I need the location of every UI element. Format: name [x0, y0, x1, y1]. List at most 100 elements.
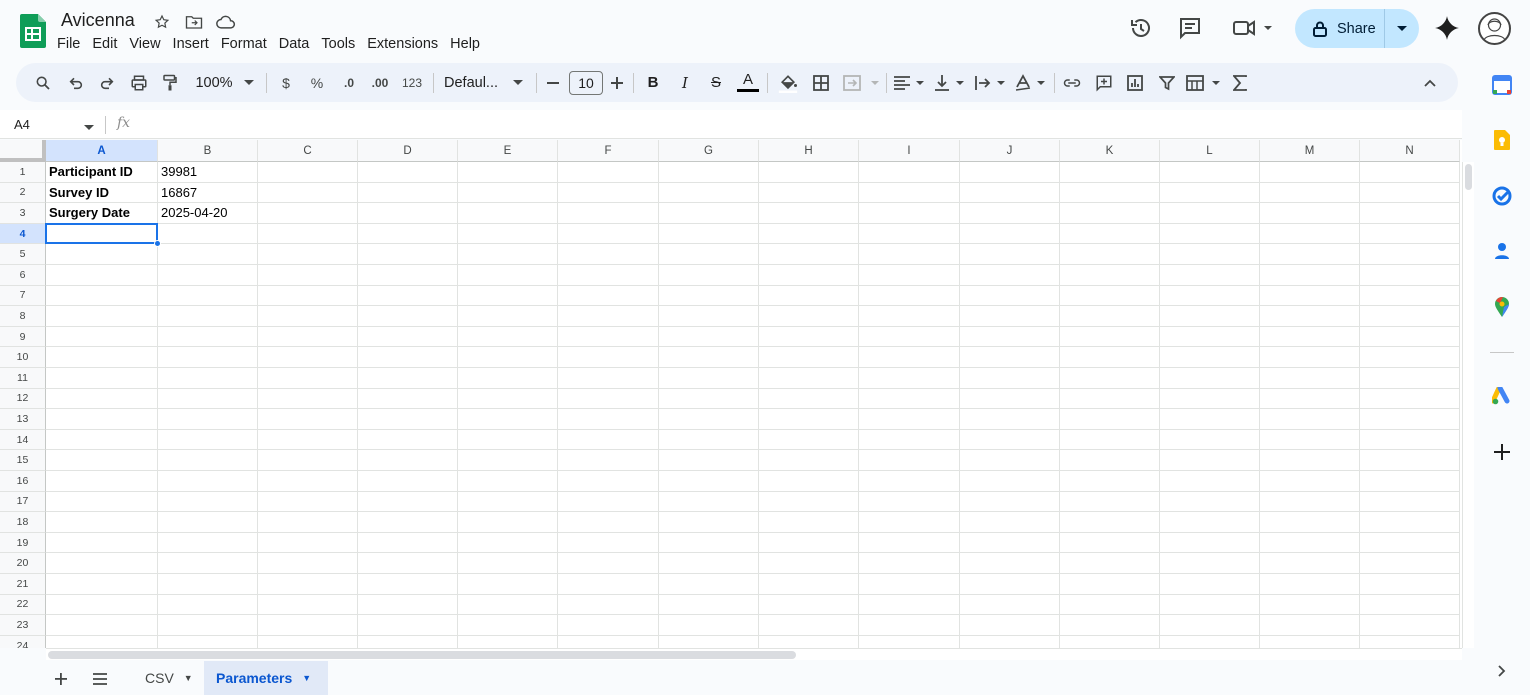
cell-n10[interactable]: [1360, 347, 1460, 368]
cell-h22[interactable]: [759, 594, 859, 616]
cell-e9[interactable]: [458, 326, 558, 348]
star-icon[interactable]: [150, 11, 174, 33]
cell-e11[interactable]: [458, 368, 558, 389]
cell-c3[interactable]: [258, 203, 358, 224]
row-header-21[interactable]: 21: [0, 574, 46, 595]
cell-f5[interactable]: [558, 244, 659, 265]
text-color-button[interactable]: A: [735, 63, 761, 102]
cell-a7[interactable]: [46, 285, 158, 307]
cell-d18[interactable]: [358, 512, 458, 533]
cell-l11[interactable]: [1160, 368, 1260, 389]
cell-c17[interactable]: [258, 491, 358, 513]
cell-a3[interactable]: Surgery Date: [46, 203, 158, 224]
cell-b16[interactable]: [158, 471, 258, 492]
cell-l4[interactable]: [1160, 223, 1260, 245]
cell-a19[interactable]: [46, 532, 158, 554]
cell-k24[interactable]: [1060, 635, 1160, 648]
cell-f4[interactable]: [558, 223, 659, 245]
cell-l9[interactable]: [1160, 326, 1260, 348]
cell-c24[interactable]: [258, 635, 358, 648]
ads-icon[interactable]: [1490, 384, 1514, 408]
cell-n20[interactable]: [1360, 553, 1460, 574]
cell-k20[interactable]: [1060, 553, 1160, 574]
cell-n14[interactable]: [1360, 429, 1460, 451]
cell-m22[interactable]: [1260, 594, 1360, 616]
cell-f2[interactable]: [558, 182, 659, 204]
cell-m13[interactable]: [1260, 409, 1360, 430]
row-header-12[interactable]: 12: [0, 388, 46, 410]
cell-i18[interactable]: [859, 512, 960, 533]
add-sheet-icon[interactable]: [49, 667, 73, 691]
cell-h13[interactable]: [759, 409, 859, 430]
cell-i3[interactable]: [859, 203, 960, 224]
cell-l1[interactable]: [1160, 162, 1260, 183]
cell-m20[interactable]: [1260, 553, 1360, 574]
menu-extensions[interactable]: Extensions: [362, 34, 443, 54]
column-header-i[interactable]: I: [859, 140, 960, 162]
cell-b21[interactable]: [158, 574, 258, 595]
column-header-g[interactable]: G: [659, 140, 759, 162]
cell-e6[interactable]: [458, 265, 558, 286]
cell-d3[interactable]: [358, 203, 458, 224]
cell-d5[interactable]: [358, 244, 458, 265]
cell-d21[interactable]: [358, 574, 458, 595]
menu-insert[interactable]: Insert: [168, 34, 214, 54]
cell-i20[interactable]: [859, 553, 960, 574]
cell-h8[interactable]: [759, 306, 859, 327]
cell-k7[interactable]: [1060, 285, 1160, 307]
row-header-23[interactable]: 23: [0, 615, 46, 636]
cell-k11[interactable]: [1060, 368, 1160, 389]
cell-j24[interactable]: [960, 635, 1060, 648]
percent-format-button[interactable]: %: [306, 63, 328, 102]
row-header-10[interactable]: 10: [0, 347, 46, 368]
currency-format-button[interactable]: $: [275, 63, 297, 102]
version-history-icon[interactable]: [1128, 15, 1154, 41]
cell-n2[interactable]: [1360, 182, 1460, 204]
decrease-font-size-icon[interactable]: [543, 63, 563, 102]
cell-d15[interactable]: [358, 450, 458, 471]
increase-decimal-button[interactable]: .00: [367, 63, 393, 102]
cell-d13[interactable]: [358, 409, 458, 430]
cell-k19[interactable]: [1060, 532, 1160, 554]
contacts-icon[interactable]: [1490, 239, 1514, 263]
cell-j3[interactable]: [960, 203, 1060, 224]
cell-j5[interactable]: [960, 244, 1060, 265]
cell-l5[interactable]: [1160, 244, 1260, 265]
cell-d12[interactable]: [358, 388, 458, 410]
cell-i10[interactable]: [859, 347, 960, 368]
cell-b11[interactable]: [158, 368, 258, 389]
cell-f15[interactable]: [558, 450, 659, 471]
cell-l6[interactable]: [1160, 265, 1260, 286]
font-size-input[interactable]: 10: [569, 71, 603, 95]
cell-h12[interactable]: [759, 388, 859, 410]
cell-f22[interactable]: [558, 594, 659, 616]
cell-m9[interactable]: [1260, 326, 1360, 348]
cell-n13[interactable]: [1360, 409, 1460, 430]
row-header-22[interactable]: 22: [0, 594, 46, 616]
cell-e12[interactable]: [458, 388, 558, 410]
cell-e7[interactable]: [458, 285, 558, 307]
cell-g12[interactable]: [659, 388, 759, 410]
cell-c14[interactable]: [258, 429, 358, 451]
cell-g22[interactable]: [659, 594, 759, 616]
cell-m12[interactable]: [1260, 388, 1360, 410]
decrease-decimal-button[interactable]: .0: [337, 63, 361, 102]
cell-n3[interactable]: [1360, 203, 1460, 224]
zoom-select[interactable]: 100%: [190, 63, 238, 102]
cell-k15[interactable]: [1060, 450, 1160, 471]
cell-e15[interactable]: [458, 450, 558, 471]
cell-k16[interactable]: [1060, 471, 1160, 492]
filter-icon[interactable]: [1155, 63, 1179, 102]
cell-g18[interactable]: [659, 512, 759, 533]
row-header-17[interactable]: 17: [0, 491, 46, 513]
cell-l19[interactable]: [1160, 532, 1260, 554]
cell-i5[interactable]: [859, 244, 960, 265]
vertical-scroll-thumb[interactable]: [1465, 164, 1472, 190]
cell-b3[interactable]: 2025-04-20: [158, 203, 258, 224]
comments-icon[interactable]: [1177, 15, 1203, 41]
cell-h23[interactable]: [759, 615, 859, 636]
row-header-19[interactable]: 19: [0, 532, 46, 554]
cell-h14[interactable]: [759, 429, 859, 451]
cell-c16[interactable]: [258, 471, 358, 492]
cell-m10[interactable]: [1260, 347, 1360, 368]
